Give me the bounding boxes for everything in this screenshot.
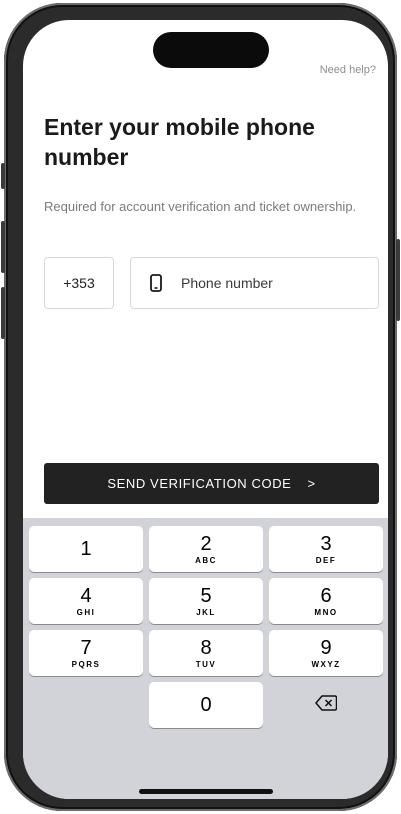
backspace-icon xyxy=(315,694,338,716)
key-digit: 0 xyxy=(200,694,212,716)
key-letters: ABC xyxy=(195,555,217,565)
key-letters: TUV xyxy=(195,659,217,669)
volume-down-button xyxy=(1,287,5,339)
key-digit: 5 xyxy=(200,584,212,607)
key-1[interactable]: 1 xyxy=(29,526,143,572)
send-button-label: SEND VERIFICATION CODE xyxy=(107,476,292,491)
country-code-value: +353 xyxy=(63,275,95,291)
action-button xyxy=(1,163,5,189)
volume-up-button xyxy=(1,221,5,273)
key-0[interactable]: 0 xyxy=(149,682,263,728)
phone-number-input[interactable]: Phone number xyxy=(130,257,379,309)
key-letters: GHI xyxy=(76,607,96,617)
key-2[interactable]: 2 ABC xyxy=(149,526,263,572)
key-6[interactable]: 6 MNO xyxy=(269,578,383,624)
send-verification-code-button[interactable]: SEND VERIFICATION CODE > xyxy=(44,463,379,504)
home-indicator[interactable] xyxy=(139,789,273,794)
chevron-right-icon: > xyxy=(307,476,316,491)
page-subtitle: Required for account verification and ti… xyxy=(44,199,357,214)
key-digit: 7 xyxy=(80,636,92,659)
key-letters: WXYZ xyxy=(311,659,341,669)
dynamic-island xyxy=(153,32,269,68)
key-digit: 8 xyxy=(200,636,212,659)
phone-frame: Need help? Enter your mobile phone numbe… xyxy=(1,3,400,811)
key-digit: 4 xyxy=(80,584,92,607)
key-4[interactable]: 4 GHI xyxy=(29,578,143,624)
power-button xyxy=(396,239,400,321)
phone-screen: Need help? Enter your mobile phone numbe… xyxy=(23,20,388,799)
key-5[interactable]: 5 JKL xyxy=(149,578,263,624)
key-digit: 6 xyxy=(320,584,332,607)
key-3[interactable]: 3 DEF xyxy=(269,526,383,572)
key-9[interactable]: 9 WXYZ xyxy=(269,630,383,676)
key-digit: 3 xyxy=(320,532,332,555)
need-help-link[interactable]: Need help? xyxy=(320,64,376,76)
key-digit: 2 xyxy=(200,532,212,555)
page-title: Enter your mobile phone number xyxy=(44,114,315,170)
key-letters: MNO xyxy=(314,607,338,617)
key-letters: DEF xyxy=(315,555,337,565)
numeric-keypad: 1 2 ABC 3 DEF 4 GHI 5 JKL 6 MNO 7 PQRS 8… xyxy=(23,518,388,799)
key-letters: PQRS xyxy=(71,659,101,669)
key-7[interactable]: 7 PQRS xyxy=(29,630,143,676)
key-digit: 9 xyxy=(320,636,332,659)
key-digit: 1 xyxy=(80,538,92,560)
phone-number-placeholder: Phone number xyxy=(181,275,273,291)
key-letters: JKL xyxy=(196,607,216,617)
delete-key[interactable] xyxy=(269,682,383,728)
mobile-phone-icon xyxy=(147,274,165,292)
key-8[interactable]: 8 TUV xyxy=(149,630,263,676)
country-code-selector[interactable]: +353 xyxy=(44,257,114,309)
